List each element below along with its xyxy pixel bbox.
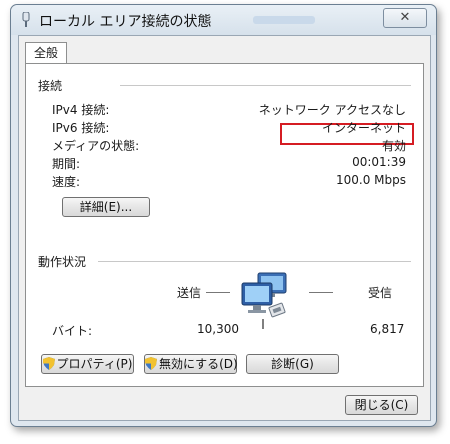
ipv6-label: IPv6 接続: <box>52 121 110 135</box>
activity-section-label: 動作状況 <box>38 255 87 269</box>
tab-general[interactable]: 全般 <box>25 42 67 63</box>
ipv4-label: IPv4 接続: <box>52 103 110 117</box>
close-button[interactable]: 閉じる(C) <box>345 395 418 415</box>
bytes-received-value: 6,817 <box>370 322 405 336</box>
sent-dash <box>206 292 230 293</box>
duration-label: 期間: <box>52 157 81 171</box>
bytes-label: バイト: <box>52 324 93 338</box>
details-button[interactable]: 詳細(E)... <box>62 197 150 217</box>
network-computers-icon <box>241 272 287 329</box>
bytes-sent-value: 10,300 <box>197 322 239 336</box>
general-tab-panel: 接続 IPv4 接続: ネットワーク アクセスなし IPv6 接続: インターネ… <box>25 63 424 387</box>
window-title: ローカル エリア接続の状態 <box>39 14 212 30</box>
received-dash <box>309 292 333 293</box>
close-icon: ✕ <box>399 10 411 25</box>
title-bar[interactable]: ローカル エリア接続の状態 ✕ <box>11 5 436 35</box>
network-connection-icon <box>22 12 30 27</box>
sent-label: 送信 <box>177 286 202 300</box>
connection-section-divider <box>120 85 411 86</box>
ipv4-value: ネットワーク アクセスなし <box>258 103 406 117</box>
window-close-button[interactable]: ✕ <box>383 8 427 28</box>
connection-section-label: 接続 <box>38 79 63 93</box>
duration-value: 00:01:39 <box>352 155 406 169</box>
ipv6-value: インターネット <box>321 121 406 135</box>
status-dialog-window: ローカル エリア接続の状態 ✕ 全般 接続 IPv4 接続: ネットワーク アク… <box>10 4 437 427</box>
dialog-client-area: 全般 接続 IPv4 接続: ネットワーク アクセスなし IPv6 接続: イン… <box>18 35 431 421</box>
activity-section-divider <box>98 261 411 262</box>
properties-button[interactable]: プロパティ(P) <box>41 354 134 374</box>
uac-shield-icon <box>145 357 157 370</box>
properties-button-label: プロパティ(P) <box>56 357 133 371</box>
media-state-label: メディアの状態: <box>52 139 140 153</box>
disable-button[interactable]: 無効にする(D) <box>144 354 238 374</box>
media-state-value: 有効 <box>381 139 406 153</box>
disable-button-label: 無効にする(D) <box>159 357 238 371</box>
diagnose-button[interactable]: 診断(G) <box>246 354 339 374</box>
title-blurred-region <box>253 16 315 24</box>
uac-shield-icon <box>42 357 55 370</box>
speed-value: 100.0 Mbps <box>335 173 406 187</box>
received-label: 受信 <box>368 286 393 300</box>
speed-label: 速度: <box>52 175 81 189</box>
